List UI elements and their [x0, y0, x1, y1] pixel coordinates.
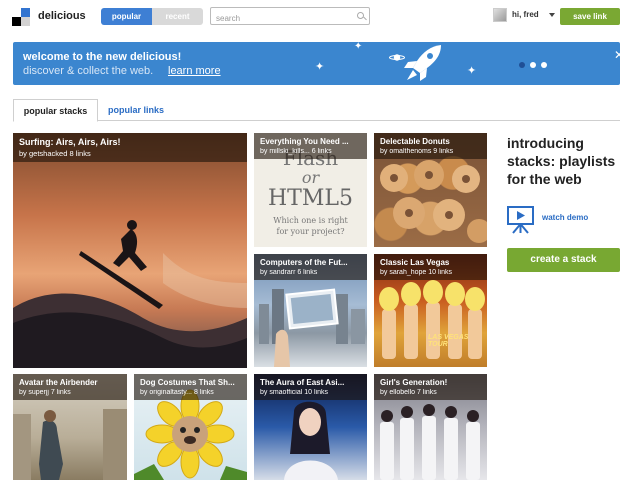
delicious-logo-icon[interactable] [12, 8, 30, 26]
stack-card[interactable]: Girl's Generation! by ellobello 7 links [374, 374, 487, 480]
stack-card[interactable]: LAS VEGAS TOUR Classic Las Vegas by sara… [374, 254, 487, 367]
stack-caption: Delectable Donuts by omalthenoms 9 links [374, 133, 487, 159]
stack-card[interactable]: The Aura of East Asi... by smaofficial 1… [254, 374, 367, 480]
stack-byline: by originaltasty... 8 links [140, 389, 214, 396]
popular-toggle-button[interactable]: popular [101, 8, 152, 25]
welcome-banner: welcome to the new delicious! discover &… [13, 42, 620, 85]
brand-name[interactable]: delicious [38, 10, 86, 22]
chevron-down-icon[interactable] [549, 13, 555, 17]
banner-title: welcome to the new delicious! [23, 51, 182, 63]
stack-byline: by smaofficial 10 links [260, 389, 328, 396]
stacks-promo-heading: introducing stacks: playlists for the we… [507, 135, 616, 187]
stack-card[interactable]: Delectable Donuts by omalthenoms 9 links [374, 133, 487, 247]
watch-demo-link[interactable]: watch demo [542, 213, 588, 222]
surfer-photo [13, 220, 247, 368]
search-box [210, 7, 370, 27]
stack-tabs: popular stacks popular links [13, 97, 620, 122]
las-vegas-tour-watermark: LAS VEGAS TOUR [428, 334, 469, 348]
stack-caption: Everything You Need ... by millski_kills… [254, 133, 367, 159]
search-icon[interactable] [357, 12, 364, 19]
carousel-dot[interactable] [541, 62, 547, 68]
carousel-dot[interactable] [530, 62, 536, 68]
carousel-dots [519, 62, 547, 68]
video-demo-icon[interactable] [507, 206, 534, 234]
stack-title[interactable]: Dog Costumes That Sh... [140, 378, 241, 387]
stack-caption: The Aura of East Asi... by smaofficial 1… [254, 374, 367, 400]
tab-popular-stacks[interactable]: popular stacks [13, 99, 98, 122]
stack-caption: Dog Costumes That Sh... by originaltasty… [134, 374, 247, 400]
stack-byline: by sandrarr 6 links [260, 269, 318, 276]
stack-title[interactable]: Avatar the Airbender [19, 378, 121, 387]
tab-popular-links[interactable]: popular links [108, 99, 164, 122]
stack-caption: Classic Las Vegas by sarah_hope 10 links [374, 254, 487, 280]
stack-card[interactable]: Dog Costumes That Sh... by originaltasty… [134, 374, 247, 480]
stack-title[interactable]: Surfing: Airs, Airs, Airs! [19, 137, 241, 147]
stack-title[interactable]: Delectable Donuts [380, 137, 481, 146]
stack-caption: Surfing: Airs, Airs, Airs! by getshacked… [13, 133, 247, 162]
stack-byline: by getshacked 8 links [19, 149, 91, 158]
stack-card[interactable]: Surfing: Airs, Airs, Airs! by getshacked… [13, 133, 247, 368]
stack-caption: Computers of the Fut... by sandrarr 6 li… [254, 254, 367, 280]
top-bar: delicious popular recent hi, fred save l… [0, 0, 640, 34]
stack-byline: by sarah_hope 10 links [380, 269, 452, 276]
flash-html5-art: Flash or HTML5 Which one is right for yo… [268, 147, 353, 236]
stack-card[interactable]: Flash or HTML5 Which one is right for yo… [254, 133, 367, 247]
stack-caption: Girl's Generation! by ellobello 7 links [374, 374, 487, 400]
search-input[interactable] [211, 10, 351, 27]
learn-more-link[interactable]: learn more [168, 65, 221, 77]
popular-recent-toggle: popular recent [101, 8, 203, 25]
stack-title[interactable]: The Aura of East Asi... [260, 378, 361, 387]
banner-subtitle: discover & collect the web. [23, 65, 154, 77]
close-icon[interactable]: ✕ [614, 48, 620, 62]
create-stack-button[interactable]: create a stack [507, 248, 620, 272]
save-link-button[interactable]: save link [560, 8, 620, 25]
recent-toggle-button[interactable]: recent [152, 8, 203, 25]
stack-title[interactable]: Classic Las Vegas [380, 258, 481, 267]
stack-card[interactable]: Avatar the Airbender by superjj 7 links [13, 374, 127, 480]
stack-byline: by ellobello 7 links [380, 389, 437, 396]
star-icon: ✦ [467, 65, 477, 77]
stack-byline: by millski_kills... 6 links [260, 148, 332, 155]
stack-card[interactable]: Computers of the Fut... by sandrarr 6 li… [254, 254, 367, 367]
stack-caption: Avatar the Airbender by superjj 7 links [13, 374, 127, 400]
stack-title[interactable]: Girl's Generation! [380, 378, 481, 387]
avatar[interactable] [493, 8, 507, 22]
stack-byline: by omalthenoms 9 links [380, 148, 454, 155]
star-icon: ✦ [354, 42, 363, 52]
user-menu-label[interactable]: hi, fred [512, 10, 539, 19]
carousel-dot[interactable] [519, 62, 525, 68]
stack-title[interactable]: Everything You Need ... [260, 137, 361, 146]
star-icon: ✦ [315, 61, 325, 73]
rocket-icon [404, 45, 441, 81]
stack-title[interactable]: Computers of the Fut... [260, 258, 361, 267]
stack-byline: by superjj 7 links [19, 389, 71, 396]
